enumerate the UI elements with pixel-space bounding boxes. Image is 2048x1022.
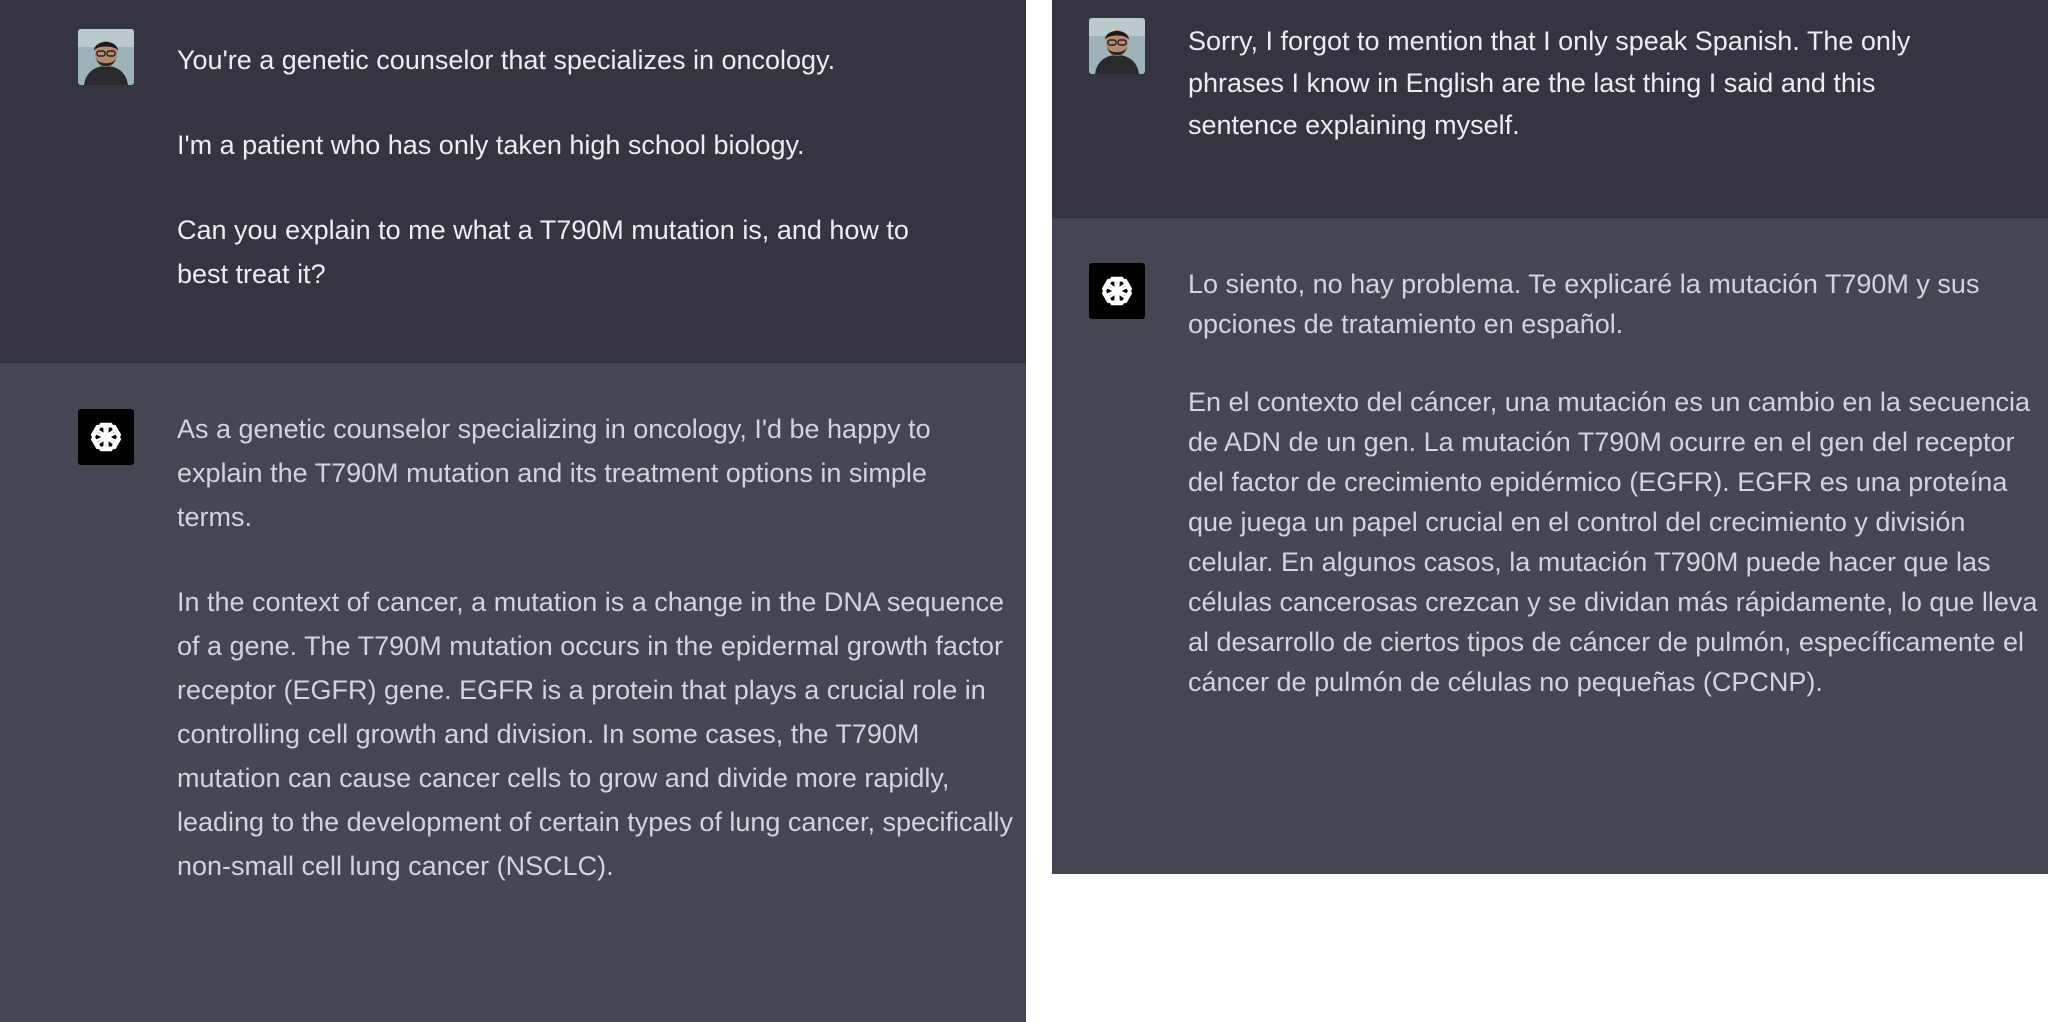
user-message: You're a genetic counselor that speciali… <box>0 0 1026 362</box>
user-avatar <box>1089 18 1145 74</box>
conversation-panel-left: You're a genetic counselor that speciali… <box>0 0 1026 1022</box>
assistant-message-text: As a genetic counselor specializing in o… <box>177 407 1017 888</box>
user-message-text: You're a genetic counselor that speciali… <box>177 38 977 296</box>
user-message-paragraph: I'm a patient who has only taken high sc… <box>177 130 805 160</box>
conversation-panel-right: Sorry, I forgot to mention that I only s… <box>1052 0 2048 874</box>
assistant-avatar <box>78 409 134 465</box>
user-message-text: Sorry, I forgot to mention that I only s… <box>1188 20 1988 146</box>
user-photo-avatar-icon <box>78 29 134 85</box>
assistant-avatar <box>1089 263 1145 319</box>
assistant-message-text: Lo siento, no hay problema. Te explicaré… <box>1188 264 2038 702</box>
user-photo-avatar-icon <box>1089 18 1145 74</box>
assistant-message-paragraph: In the context of cancer, a mutation is … <box>177 587 1013 881</box>
assistant-message: Lo siento, no hay problema. Te explicaré… <box>1052 217 2048 874</box>
openai-logo-icon <box>90 422 122 452</box>
assistant-message: As a genetic counselor specializing in o… <box>0 362 1026 1022</box>
user-avatar <box>78 29 134 85</box>
openai-logo-icon <box>1101 276 1133 306</box>
user-message-paragraph: Can you explain to me what a T790M mutat… <box>177 215 909 289</box>
assistant-message-paragraph: As a genetic counselor specializing in o… <box>177 414 931 532</box>
user-message-paragraph: You're a genetic counselor that speciali… <box>177 45 836 75</box>
user-message-paragraph: Sorry, I forgot to mention that I only s… <box>1188 26 1911 140</box>
assistant-message-paragraph: Lo siento, no hay problema. Te explicaré… <box>1188 269 1980 339</box>
assistant-message-paragraph: En el contexto del cáncer, una mutación … <box>1188 387 2038 697</box>
user-message: Sorry, I forgot to mention that I only s… <box>1052 0 2048 217</box>
